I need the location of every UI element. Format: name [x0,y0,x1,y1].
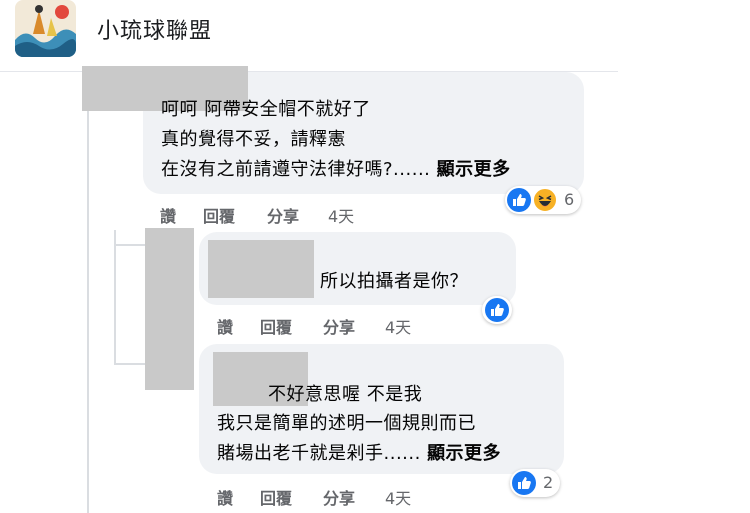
thread-line [114,230,116,365]
like-action[interactable]: 讚 [217,485,233,509]
comment-timestamp[interactable]: 4天 [385,485,411,509]
haha-icon [533,188,557,212]
share-action[interactable]: 分享 [267,203,299,227]
thread-line [114,363,146,365]
comment-actions: 讚 回覆 分享 4天 [217,485,477,509]
comment-timestamp[interactable]: 4天 [385,314,411,338]
thread-line [114,244,146,246]
comment-line: 不好意思喔 不是我 [268,384,423,405]
see-more-link[interactable]: 顯示更多 [437,159,511,180]
comment-text: 賭場出老千就是剁手...... [217,443,428,464]
reaction-count: 6 [564,190,575,209]
like-icon [512,471,536,495]
share-action[interactable]: 分享 [323,314,355,338]
reply-action[interactable]: 回覆 [260,485,292,509]
reply-action[interactable]: 回覆 [260,314,292,338]
redacted-author-name [208,240,314,298]
see-more-link[interactable]: 顯示更多 [427,443,501,464]
share-action[interactable]: 分享 [323,485,355,509]
reaction-summary[interactable]: 6 [505,186,581,214]
group-name[interactable]: 小琉球聯盟 [97,13,212,45]
comment-line: 在沒有之前請遵守法律好嗎?...... 顯示更多 [161,156,511,184]
like-action[interactable]: 讚 [217,314,233,338]
comment-line: 我只是簡單的述明一個規則而已 [217,413,476,434]
reply-action[interactable]: 回覆 [203,203,235,227]
group-avatar[interactable] [15,0,76,57]
like-icon [507,188,531,212]
reaction-summary[interactable]: 2 [510,469,560,497]
comment-actions: 讚 回覆 分享 4天 [217,314,477,338]
comment-line: 所以拍攝者是你？ [320,271,468,292]
like-action[interactable]: 讚 [160,203,176,227]
reaction-summary[interactable] [482,296,512,324]
comment-line: 賭場出老千就是剁手...... 顯示更多 [217,440,501,468]
group-header: 小琉球聯盟 [0,0,750,72]
comment-line: 真的覺得不妥，請釋憲 [161,129,346,150]
thread-line [87,72,89,513]
comment-actions: 讚 回覆 分享 4天 [160,203,420,227]
like-icon [485,298,509,322]
comment-line: 呵呵 阿帶安全帽不就好了 [161,99,371,120]
comment-text: 在沒有之前請遵守法律好嗎?...... [161,159,437,180]
reaction-count: 2 [543,473,554,492]
comment-timestamp[interactable]: 4天 [328,203,354,227]
redacted-avatar [145,228,194,390]
